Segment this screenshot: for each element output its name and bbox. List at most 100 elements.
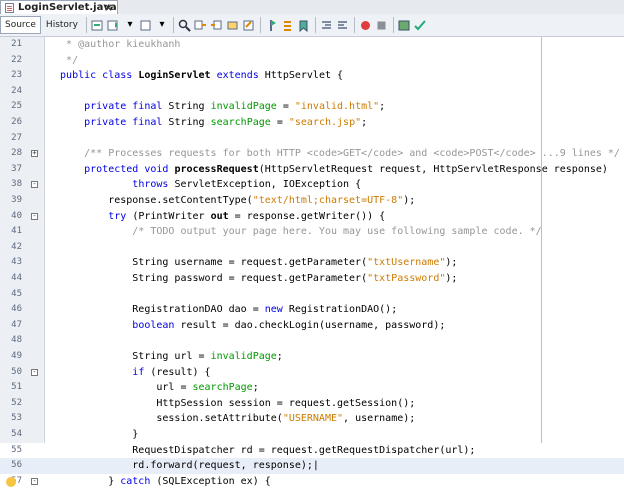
shift-right-icon[interactable] <box>336 18 350 32</box>
code-line[interactable]: 24 <box>0 84 624 100</box>
code-line[interactable]: 56 rd.forward(request, response);| <box>0 458 624 474</box>
code-token: ); <box>445 273 458 284</box>
code-token: RequestDispatcher rd = request.getReques… <box>48 444 476 456</box>
expand-fold-icon[interactable]: + <box>31 150 38 158</box>
code-token: "text/html;charset=UTF-8" <box>252 195 404 206</box>
code-line[interactable]: 43 String username = request.getParamete… <box>0 255 624 271</box>
dropdown-icon[interactable]: ▾ <box>123 18 137 32</box>
dropdown-icon-2[interactable]: ▾ <box>155 18 169 32</box>
toolbar-separator <box>172 17 174 33</box>
find-icon[interactable] <box>178 18 192 32</box>
code-line[interactable]: 37 protected void processRequest(HttpSer… <box>0 162 624 178</box>
history-button[interactable]: History <box>41 16 83 34</box>
line-number: 39 <box>11 195 22 205</box>
record-macro-icon[interactable] <box>359 18 373 32</box>
toggle-highlight-icon[interactable] <box>242 18 256 32</box>
line-number: 23 <box>11 70 22 81</box>
code-line[interactable]: 27 <box>0 131 624 147</box>
code-line[interactable]: 53 session.setAttribute("USERNAME", user… <box>0 411 624 427</box>
code-line[interactable]: 22 */ <box>0 53 624 69</box>
code-line[interactable]: 26 private final String searchPage = "se… <box>0 115 624 131</box>
code-line[interactable]: 52 HttpSession session = request.getSess… <box>0 396 624 412</box>
find-previous-icon[interactable] <box>194 18 208 32</box>
back-icon[interactable] <box>107 18 121 32</box>
close-icon[interactable]: × <box>104 1 113 15</box>
code-line[interactable]: 41 /* TODO output your page here. You ma… <box>0 224 624 240</box>
code-line[interactable]: 42 <box>0 240 624 256</box>
find-next-icon[interactable] <box>210 18 224 32</box>
tab-loginservlet[interactable]: LoginServlet.java × <box>0 0 118 14</box>
warning-icon[interactable] <box>6 476 16 487</box>
stop-macro-icon[interactable] <box>375 18 389 32</box>
forward-icon[interactable] <box>139 18 153 32</box>
code-line[interactable]: 47 boolean result = dao.checkLogin(usern… <box>0 318 624 334</box>
code-token: ; <box>276 351 283 362</box>
code-line[interactable]: 50 - if (result) { <box>0 365 624 381</box>
collapse-fold-icon[interactable]: - <box>31 477 38 485</box>
code-token: if <box>132 366 151 378</box>
source-button[interactable]: Source <box>0 16 41 34</box>
code-line[interactable]: 54 } <box>0 427 624 443</box>
code-token: } <box>48 429 139 440</box>
editor-tab-bar: LoginServlet.java × <box>0 0 624 15</box>
code-text: String username = request.getParameter("… <box>48 255 457 271</box>
code-line[interactable]: 38 - throws ServletException, IOException… <box>0 177 624 193</box>
line-number: 52 <box>11 397 22 408</box>
previous-bookmark-icon[interactable] <box>265 18 279 32</box>
collapse-fold-icon[interactable]: - <box>31 181 38 189</box>
code-line[interactable]: 25 private final String invalidPage = "i… <box>0 99 624 115</box>
code-token: = <box>270 117 289 128</box>
last-edit-icon[interactable] <box>91 18 105 32</box>
code-line[interactable]: 28 + /** Processes requests for both HTTP… <box>0 146 624 162</box>
code-token: String url = <box>48 351 211 362</box>
code-token: protected void <box>84 163 175 175</box>
code-line[interactable]: 39 response.setContentType("text/html;ch… <box>0 193 624 209</box>
code-token: ; <box>252 382 259 394</box>
code-text: rd.forward(request, response);| <box>48 458 319 474</box>
collapse-fold-icon[interactable]: - <box>31 368 38 376</box>
code-token: (SQLException ex) { <box>156 475 271 487</box>
toolbar-separator <box>392 17 394 33</box>
code-line[interactable]: 44 String password = request.getParamete… <box>0 271 624 287</box>
code-line[interactable]: 49 String url = invalidPage; <box>0 349 624 365</box>
code-token: } <box>48 475 121 487</box>
code-line[interactable]: 40 - try (PrintWriter out = response.getW… <box>0 209 624 225</box>
validate-icon[interactable] <box>414 18 428 32</box>
code-line[interactable]: 23 public class LoginServlet extends Htt… <box>0 68 624 84</box>
line-number: 50 <box>11 366 22 377</box>
line-number: 22 <box>11 54 22 65</box>
code-line[interactable]: 55 RequestDispatcher rd = request.getReq… <box>0 443 624 459</box>
code-token: ); <box>445 257 458 269</box>
code-token: try <box>108 210 133 222</box>
line-number: 55 <box>11 444 22 455</box>
toolbar-separator <box>85 17 87 33</box>
code-token: "search.jsp" <box>288 117 362 128</box>
next-bookmark-icon[interactable] <box>281 18 295 32</box>
code-line[interactable]: 51 url = searchPage; <box>0 380 624 396</box>
shift-left-icon[interactable] <box>320 18 334 32</box>
code-line[interactable]: 46 RegistrationDAO dao = new Registratio… <box>0 302 624 318</box>
code-text: if (result) { <box>48 365 210 381</box>
toolbar-separator <box>259 17 261 33</box>
code-editor[interactable]: 21 * @author kieukhanh 22 */23 public cla… <box>0 37 624 487</box>
code-text: session.setAttribute("USERNAME", usernam… <box>48 411 415 427</box>
code-text: private final String searchPage = "searc… <box>48 115 367 131</box>
line-number: 46 <box>11 304 22 315</box>
code-token: (PrintWriter <box>132 210 211 222</box>
code-line[interactable]: 21 * @author kieukhanh <box>0 37 624 53</box>
check-icon[interactable] <box>398 18 412 32</box>
code-text: RequestDispatcher rd = request.getReques… <box>48 443 475 459</box>
code-line[interactable]: 57- } catch (SQLException ex) { <box>0 474 624 489</box>
code-line[interactable]: 45 <box>0 287 624 303</box>
code-token: invalidPage <box>210 101 277 113</box>
collapse-fold-icon[interactable]: - <box>31 212 38 220</box>
code-token: rd.forward(request, response);| <box>48 460 319 472</box>
find-selection-icon[interactable] <box>226 18 240 32</box>
toggle-bookmark-icon[interactable] <box>297 18 311 32</box>
code-text: String url = invalidPage; <box>48 349 283 365</box>
code-line[interactable]: 48 <box>0 333 624 349</box>
code-text: } catch (SQLException ex) { <box>48 474 271 489</box>
code-token: * @author kieukhanh <box>48 39 181 50</box>
